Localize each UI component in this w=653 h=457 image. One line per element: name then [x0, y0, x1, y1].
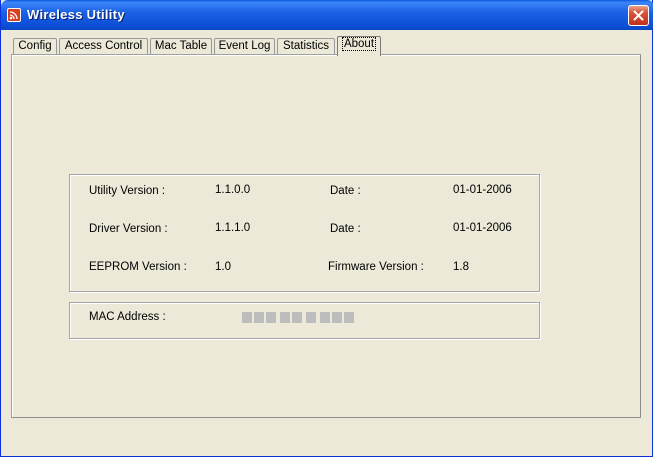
mac-address-label: MAC Address : [89, 311, 166, 323]
tab-access-control-label: Access Control [64, 40, 143, 52]
tab-event-log[interactable]: Event Log [214, 38, 275, 55]
eeprom-version-label: EEPROM Version : [89, 261, 187, 273]
wireless-app-icon [7, 8, 21, 22]
driver-version-value: 1.1.1.0 [215, 222, 251, 234]
tab-config[interactable]: Config [13, 38, 57, 55]
app-window: Wireless Utility Config Access Control M… [0, 0, 653, 457]
tab-config-label: Config [18, 40, 52, 52]
about-panel: Utility Version : 1.1.0.0 Date : 01-01-2… [11, 54, 641, 418]
close-icon [633, 10, 644, 21]
tab-statistics[interactable]: Statistics [277, 38, 335, 55]
driver-date-label: Date : [330, 223, 361, 235]
tab-event-log-label: Event Log [218, 40, 271, 52]
utility-date-value: 01-01-2006 [453, 184, 512, 196]
firmware-version-value: 1.8 [453, 261, 469, 273]
tab-about-label: About [341, 37, 377, 51]
firmware-version-label: Firmware Version : [328, 261, 424, 273]
driver-date-value: 01-01-2006 [453, 222, 512, 234]
tab-about[interactable]: About [337, 36, 381, 56]
driver-version-label: Driver Version : [89, 223, 168, 235]
utility-version-label: Utility Version : [89, 185, 166, 197]
tab-mac-table[interactable]: Mac Table [150, 38, 212, 55]
utility-version-value: 1.1.0.0 [215, 184, 251, 196]
tab-mac-table-label: Mac Table [154, 40, 208, 52]
eeprom-version-value: 1.0 [215, 261, 231, 273]
tab-access-control[interactable]: Access Control [59, 38, 148, 55]
title-bar[interactable]: Wireless Utility [1, 0, 653, 30]
close-button[interactable] [628, 5, 649, 26]
utility-date-label: Date : [330, 185, 361, 197]
window-title: Wireless Utility [27, 7, 125, 22]
tab-statistics-label: Statistics [282, 40, 329, 52]
